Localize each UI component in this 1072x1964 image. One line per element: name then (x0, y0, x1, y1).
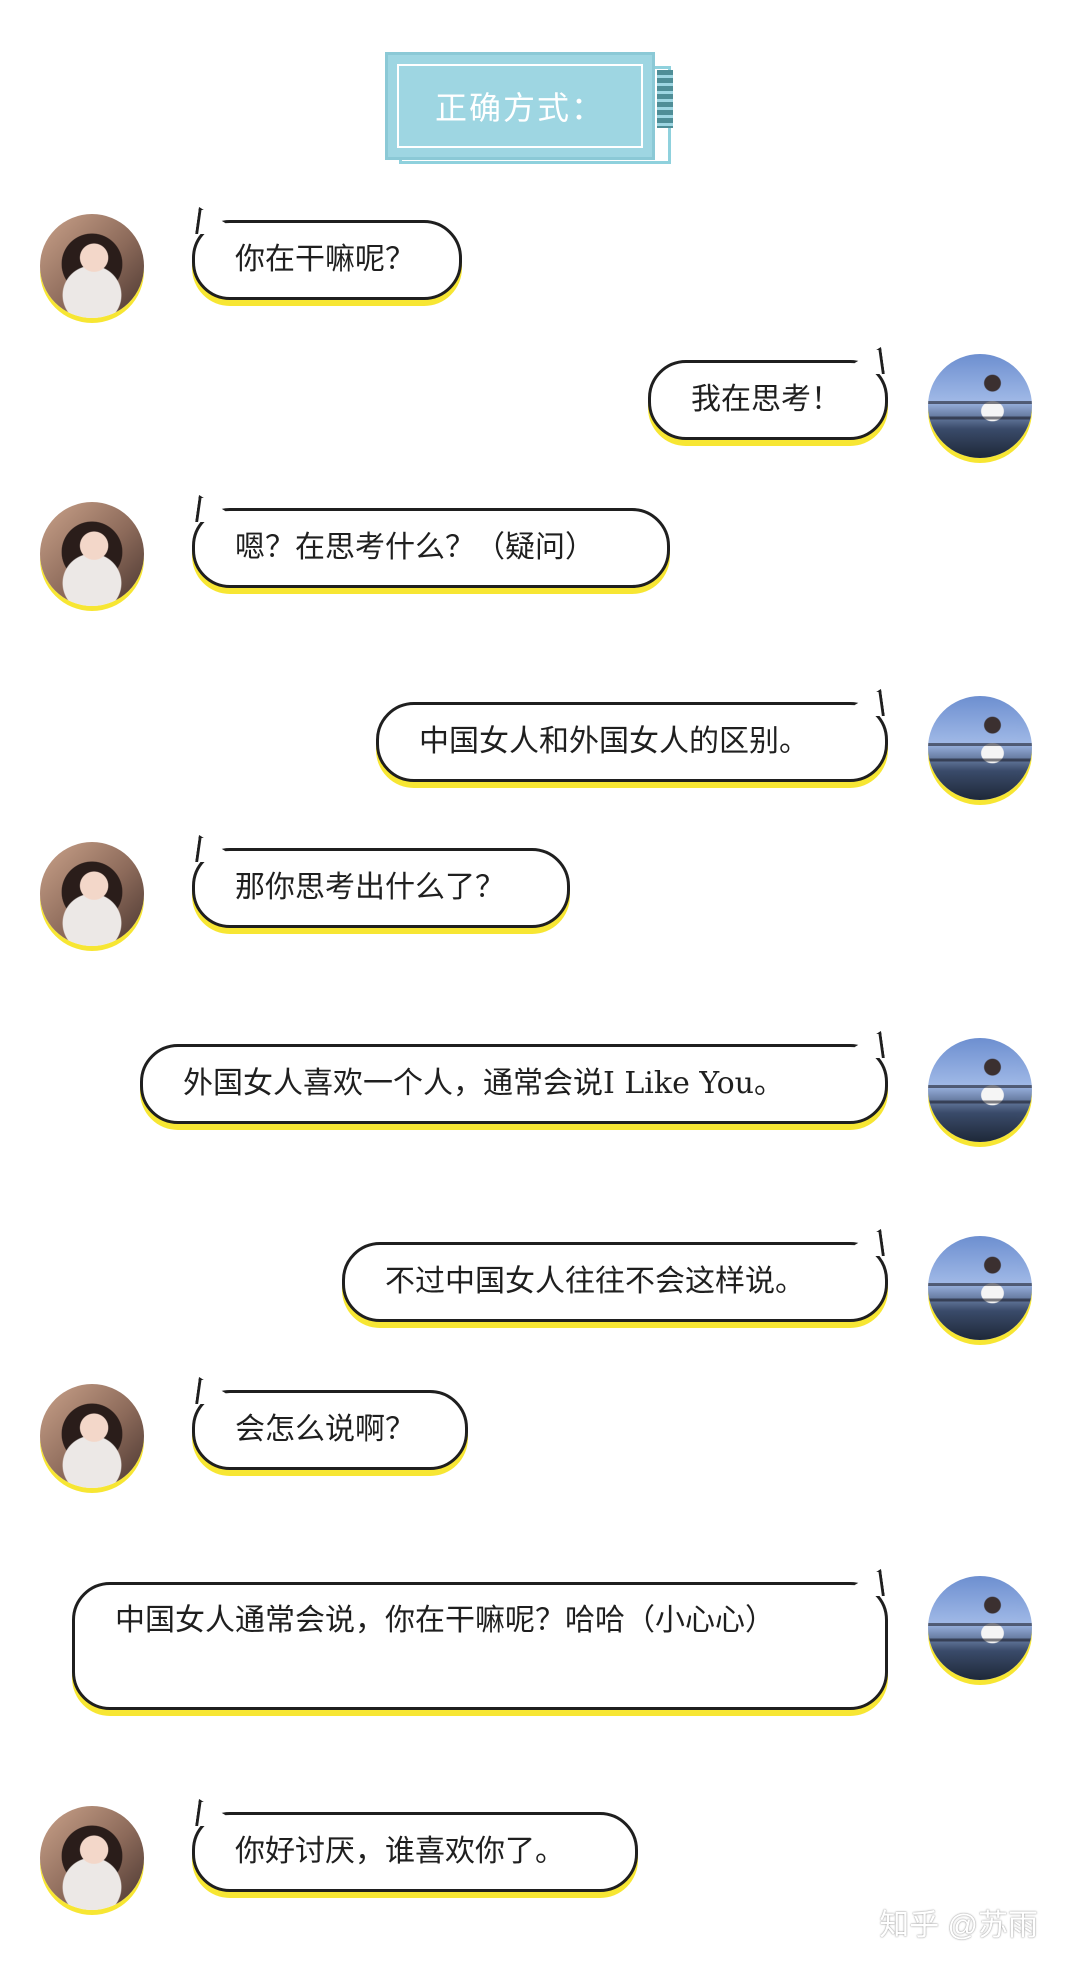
avatar-him[interactable] (928, 696, 1032, 800)
avatar-him[interactable] (928, 1038, 1032, 1142)
chat-bubble: 那你思考出什么了？ (192, 848, 570, 928)
bubble-tail (195, 1377, 228, 1404)
chat-bubble: 我在思考！ (648, 360, 888, 440)
message-text: 嗯？在思考什么？（疑问） (235, 530, 595, 565)
bubble-tail (195, 1799, 228, 1826)
bubble-tail (852, 347, 885, 374)
chat-bubble: 你好讨厌，谁喜欢你了。 (192, 1812, 638, 1892)
bubble-tail (195, 495, 228, 522)
bubble-tail (195, 835, 228, 862)
bubble-tail (195, 207, 228, 234)
avatar-her[interactable] (40, 502, 144, 606)
chat-bubble: 不过中国女人往往不会这样说。 (342, 1242, 888, 1322)
avatar-her[interactable] (40, 1384, 144, 1488)
title-banner-card: 正确方式： (385, 52, 655, 160)
avatar-her[interactable] (40, 1806, 144, 1910)
banner-stripe-decoration (657, 70, 673, 128)
avatar-her[interactable] (40, 842, 144, 946)
page-title: 正确方式： (434, 89, 605, 127)
message-text: 你在干嘛呢？ (235, 242, 415, 277)
chat-bubble: 中国女人和外国女人的区别。 (376, 702, 888, 782)
bubble-tail (852, 689, 885, 716)
chat-bubble: 会怎么说啊？ (192, 1390, 468, 1470)
bubble-tail (852, 1229, 885, 1256)
message-text: 会怎么说啊？ (235, 1412, 415, 1447)
title-banner: 正确方式： (385, 52, 677, 164)
chat-bubble: 外国女人喜欢一个人，通常会说I Like You。 (140, 1044, 888, 1124)
avatar-her[interactable] (40, 214, 144, 318)
watermark: 知乎 @苏雨 (879, 1909, 1038, 1942)
message-text: 中国女人通常会说，你在干嘛呢？哈哈（小心心） (115, 1603, 775, 1638)
message-text: 不过中国女人往往不会这样说。 (385, 1264, 805, 1299)
message-text: 外国女人喜欢一个人，通常会说I Like You。 (183, 1066, 784, 1101)
title-banner-inner-frame: 正确方式： (397, 64, 643, 148)
avatar-him[interactable] (928, 354, 1032, 458)
message-text: 你好讨厌，谁喜欢你了。 (235, 1834, 565, 1869)
avatar-him[interactable] (928, 1576, 1032, 1680)
message-text: 中国女人和外国女人的区别。 (419, 724, 809, 759)
chat-bubble: 中国女人通常会说，你在干嘛呢？哈哈（小心心） (72, 1582, 888, 1710)
chat-bubble: 你在干嘛呢？ (192, 220, 462, 300)
message-text: 我在思考！ (691, 382, 841, 417)
avatar-him[interactable] (928, 1236, 1032, 1340)
message-text: 那你思考出什么了？ (235, 870, 505, 905)
bubble-tail (852, 1031, 885, 1058)
bubble-tail (852, 1569, 885, 1596)
chat-bubble: 嗯？在思考什么？（疑问） (192, 508, 670, 588)
